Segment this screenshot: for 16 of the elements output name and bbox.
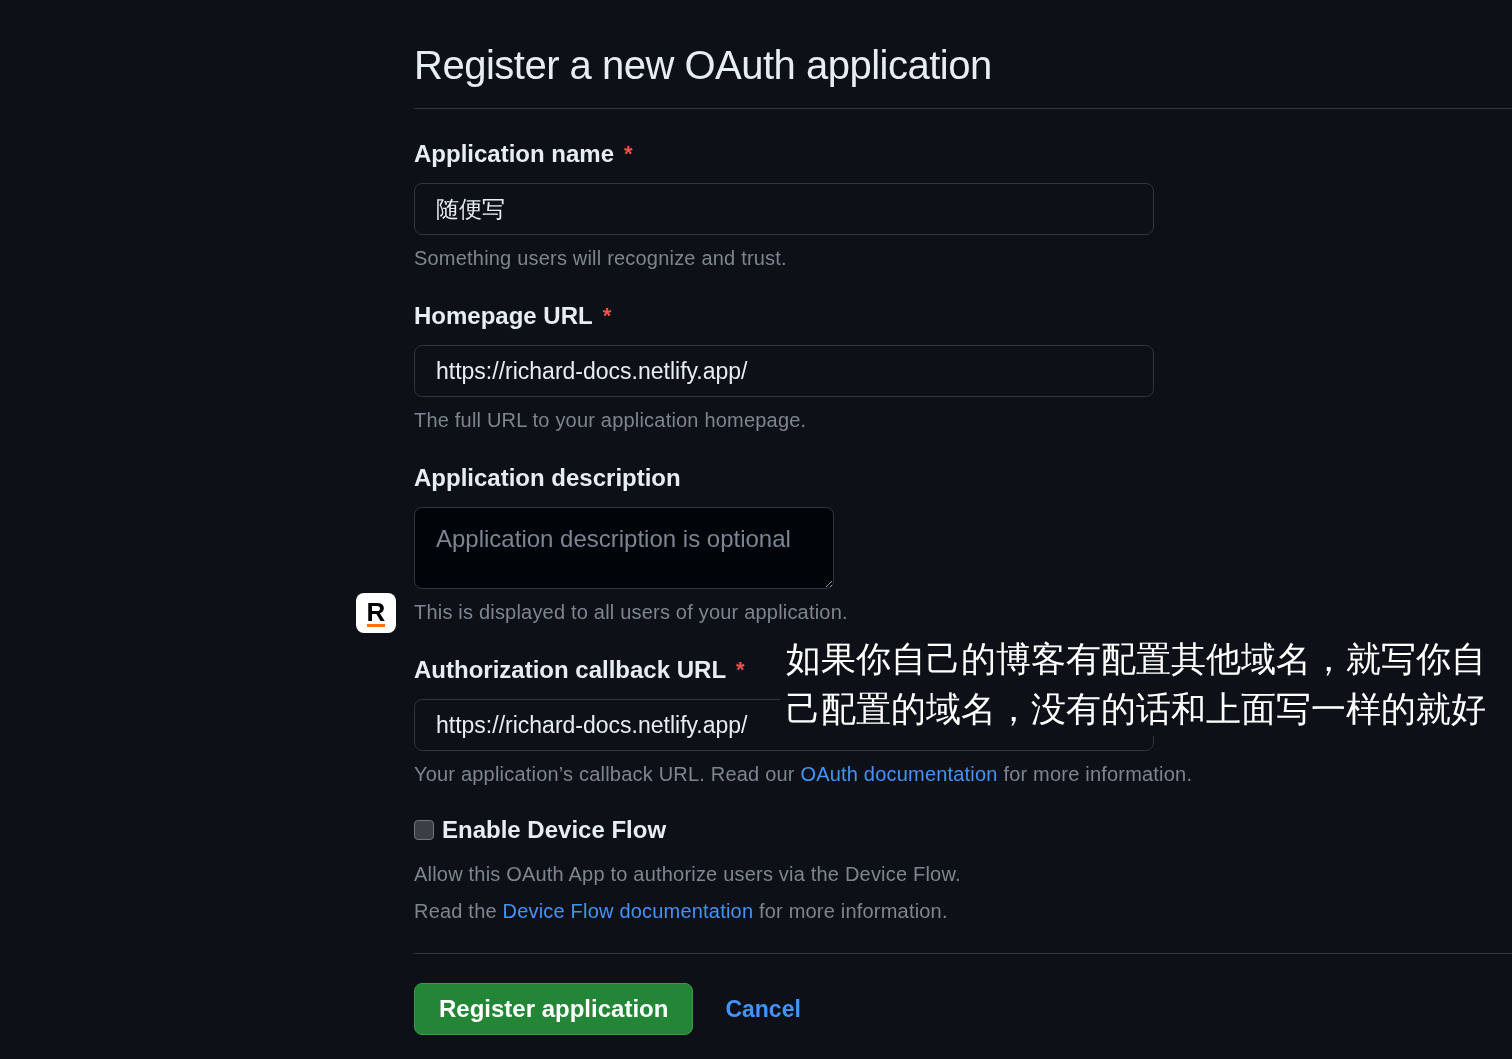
field-label: Homepage URL	[414, 301, 593, 331]
field-label: Authorization callback URL	[414, 655, 727, 685]
help-text: Read the Device Flow documentation for more information.	[414, 899, 949, 924]
required-marker: *	[736, 656, 745, 684]
required-marker: *	[624, 140, 633, 168]
checkbox-label: Enable Device Flow	[442, 815, 667, 845]
field-label: Application description	[414, 463, 681, 493]
required-marker: *	[602, 302, 612, 330]
help-text: The full URL to your application homepage.	[414, 408, 808, 433]
page-title: Register a new OAuth application	[414, 42, 993, 89]
help-text: This is displayed to all users of your application.	[414, 600, 849, 625]
field-label: Application name	[414, 139, 615, 169]
help-text: Allow this OAuth App to authorize users via the Device Flow.	[414, 862, 962, 887]
app-logo: R	[356, 593, 396, 633]
help-text: Something users will recognize and trust.	[414, 246, 788, 271]
help-text: Your application’s callback URL. Read our OAuth documentation for more information.	[414, 762, 1194, 787]
